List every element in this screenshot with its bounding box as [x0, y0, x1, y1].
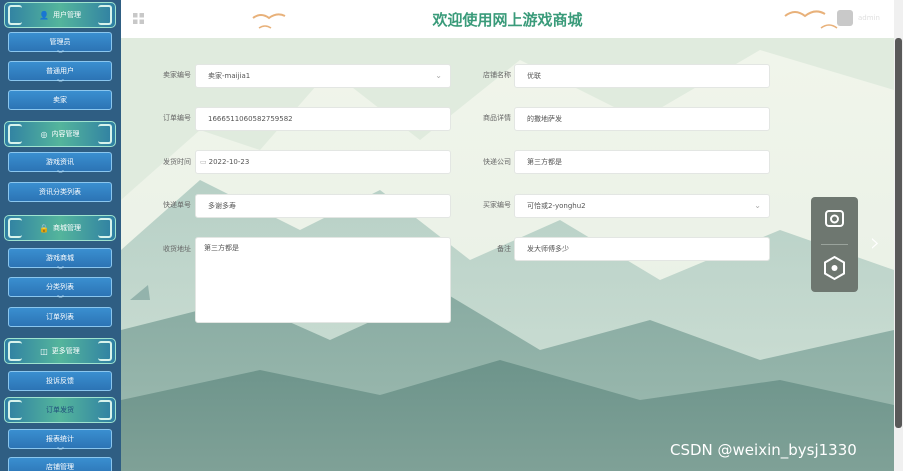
sidebar-group-order-shipping[interactable]: 订单发货	[4, 397, 116, 423]
user-icon: 👤	[39, 10, 49, 20]
shop-name-field[interactable]: 优联	[514, 64, 770, 88]
page-scrollbar[interactable]	[894, 0, 903, 471]
sidebar-item-users[interactable]: 普通用户	[8, 61, 112, 88]
tracking-no-label: 快递单号	[163, 201, 191, 209]
more-icon: ◫	[40, 346, 48, 356]
receive-addr-label: 收货地址	[163, 245, 191, 253]
watermark-text: CSDN @weixin_bysj1330	[670, 441, 857, 459]
sidebar-item-category-list[interactable]: 分类列表	[8, 277, 112, 304]
floating-toolbar	[811, 197, 858, 292]
receive-addr-textarea[interactable]: 第三方都是	[195, 237, 451, 323]
sidebar-group-user-management[interactable]: 👤 用户管理	[4, 2, 116, 28]
sidebar-item-sellers[interactable]: 卖家	[8, 90, 112, 110]
next-arrow-icon[interactable]: ›	[870, 228, 880, 258]
buyer-id-select[interactable]: 可恰或2-yonghu2 ⌄	[514, 194, 770, 218]
remark-field[interactable]: 发大师傅多少	[514, 237, 770, 261]
sidebar-item-game-news[interactable]: 游戏资讯	[8, 152, 112, 179]
seller-id-select[interactable]: 卖家-maijia1 ⌄	[195, 64, 451, 88]
page-title: 欢迎使用网上游戏商城	[432, 11, 583, 29]
camera-icon[interactable]	[811, 207, 858, 231]
product-detail-label: 商品详情	[483, 114, 511, 122]
user-name[interactable]: admin	[858, 14, 880, 22]
chevron-down-icon: ⌄	[754, 201, 761, 210]
order-no-label: 订单编号	[163, 114, 191, 122]
chevron-down-icon: ⌄	[435, 71, 442, 80]
order-no-field[interactable]: 1666511060582759582	[195, 107, 451, 131]
order-ship-form: 卖家编号 卖家-maijia1 ⌄ 店铺名称 优联 订单编号 166651106…	[121, 38, 894, 471]
sidebar-group-more-management[interactable]: ◫ 更多管理	[4, 338, 116, 364]
product-detail-field[interactable]: 的撒地萨发	[514, 107, 770, 131]
content-icon: ◎	[40, 129, 48, 139]
sidebar-item-order-list[interactable]: 订单列表	[8, 307, 112, 327]
ship-time-label: 发货时间	[163, 158, 191, 166]
sidebar-item-complaints[interactable]: 投诉反馈	[8, 371, 112, 391]
avatar[interactable]	[837, 10, 853, 26]
ai-assistant-icon[interactable]	[811, 255, 858, 281]
calendar-icon: ▭	[200, 158, 207, 166]
courier-field[interactable]: 第三方都是	[514, 150, 770, 174]
sidebar: 👤 用户管理 管理员 普通用户 卖家 ◎ 内容管理 游戏资讯 资讯分类列表 🔒 …	[0, 0, 121, 471]
top-header: 欢迎使用网上游戏商城 admin	[121, 0, 894, 38]
sidebar-group-content-management[interactable]: ◎ 内容管理	[4, 121, 116, 147]
seller-id-label: 卖家编号	[163, 71, 191, 79]
sidebar-item-shop-management[interactable]: 店铺管理	[8, 457, 112, 471]
sidebar-item-admin[interactable]: 管理员	[8, 32, 112, 59]
sidebar-group-shop-management[interactable]: 🔒 商城管理	[4, 215, 116, 241]
sidebar-item-news-categories[interactable]: 资讯分类列表	[8, 182, 112, 202]
tracking-no-field[interactable]: 多谢多寿	[195, 194, 451, 218]
ship-time-datepicker[interactable]: ▭ 2022-10-23	[195, 150, 451, 174]
buyer-id-label: 买家编号	[483, 201, 511, 209]
sidebar-item-game-shop[interactable]: 游戏商城	[8, 248, 112, 275]
shop-icon: 🔒	[39, 223, 49, 233]
sidebar-item-reports[interactable]: 报表统计	[8, 429, 112, 456]
scrollbar-thumb[interactable]	[895, 38, 902, 428]
remark-label: 备注	[497, 245, 511, 253]
courier-label: 快递公司	[483, 158, 511, 166]
shop-name-label: 店铺名称	[483, 71, 511, 79]
